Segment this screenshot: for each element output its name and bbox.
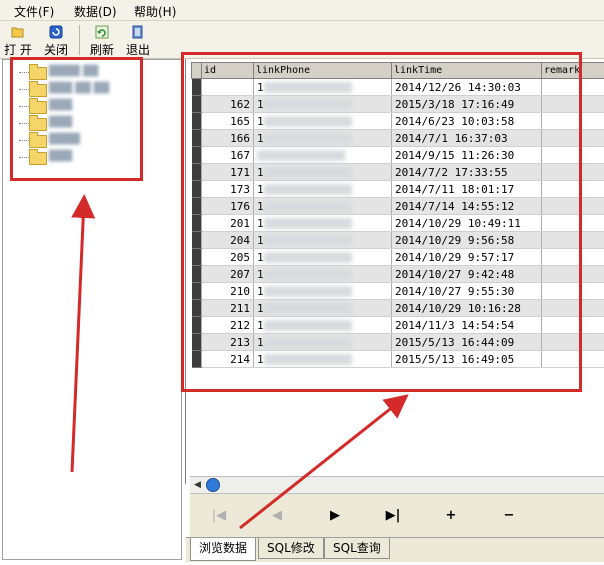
menu-file[interactable]: 文件(F) — [14, 3, 54, 20]
last-record-button[interactable]: ▶| — [376, 504, 410, 528]
menu-help[interactable]: 帮助(H) — [134, 3, 176, 20]
menu-data[interactable]: 数据(D) — [74, 3, 117, 20]
close-icon — [49, 25, 63, 39]
menu-bar: 文件(F) 数据(D) 帮助(H) — [0, 0, 604, 21]
close-button-label: 关闭 — [43, 43, 68, 57]
exit-button[interactable]: 退出 — [120, 23, 156, 57]
delete-record-button[interactable]: − — [492, 504, 526, 528]
refresh-icon — [95, 25, 109, 39]
exit-door-icon — [132, 25, 143, 39]
horizontal-scrollbar[interactable]: ◀ — [190, 476, 604, 493]
open-button[interactable]: 打 开 — [0, 23, 36, 57]
tab-bar: 浏览数据 SQL修改 SQL查询 — [186, 537, 604, 562]
insert-record-button[interactable]: + — [434, 504, 468, 528]
annotation-box-grid — [181, 52, 582, 392]
scroll-thumb[interactable] — [206, 478, 220, 492]
tab-sql-query[interactable]: SQL查询 — [324, 538, 390, 559]
tab-browse-data[interactable]: 浏览数据 — [190, 538, 257, 561]
close-button[interactable]: 关闭 — [38, 23, 74, 57]
toolbar-separator — [79, 25, 80, 55]
annotation-box-tree — [10, 57, 143, 181]
open-button-label: 打 开 — [4, 43, 32, 57]
first-record-button[interactable]: |◀ — [202, 504, 236, 528]
tab-sql-modify[interactable]: SQL修改 — [258, 538, 324, 559]
exit-button-label: 退出 — [125, 43, 150, 57]
refresh-button-label: 刷新 — [89, 43, 114, 57]
refresh-button[interactable]: 刷新 — [84, 23, 120, 57]
prior-record-button[interactable]: ◀ — [260, 504, 294, 528]
scroll-left-icon[interactable]: ◀ — [194, 480, 201, 490]
next-record-button[interactable]: ▶ — [318, 504, 352, 528]
record-navigator: |◀ ◀ ▶ ▶| + − — [190, 493, 604, 538]
folder-open-icon — [11, 27, 24, 38]
